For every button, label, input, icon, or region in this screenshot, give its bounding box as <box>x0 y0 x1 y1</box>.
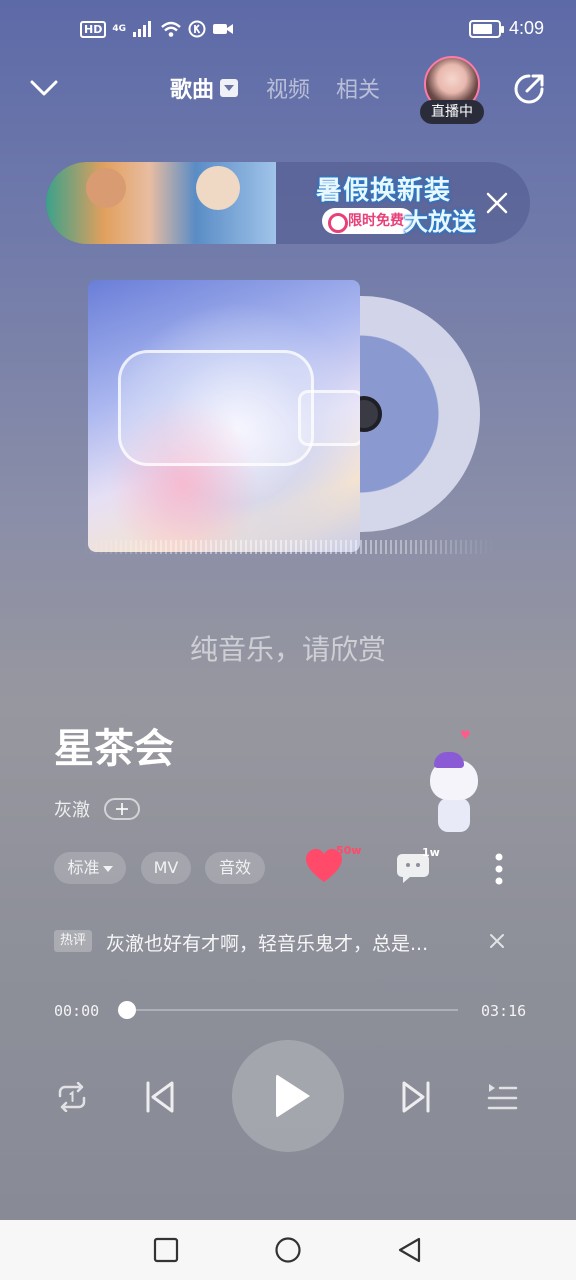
hd-icon: HD <box>80 20 107 38</box>
seek-track[interactable] <box>126 1009 458 1011</box>
banner-illustration <box>46 162 276 244</box>
live-badge: 直播中 <box>420 100 484 124</box>
close-icon[interactable] <box>488 932 506 950</box>
previous-track-icon[interactable] <box>144 1080 176 1114</box>
progress-bar: 00:00 03:16 <box>0 996 576 1026</box>
follow-artist-button[interactable] <box>104 798 140 820</box>
mascot-sticker[interactable]: ♥ <box>424 728 484 848</box>
total-time: 03:16 <box>481 1002 527 1020</box>
tab-bar: 歌曲 视频 相关 <box>170 72 406 104</box>
artist-name[interactable]: 灰澈 <box>54 796 90 822</box>
system-nav-bar <box>0 1220 576 1280</box>
heart-icon: ♥ <box>460 728 471 742</box>
more-vertical-icon[interactable] <box>494 852 504 886</box>
battery-icon <box>468 19 504 38</box>
like-count: 50w <box>336 844 362 857</box>
close-icon[interactable] <box>484 190 510 216</box>
caret-down-icon[interactable] <box>220 79 239 97</box>
playback-controls <box>0 1040 576 1152</box>
caret-down-icon <box>102 865 113 872</box>
player-header: 歌曲 视频 相关 直播中 <box>0 56 576 124</box>
k-circle-icon <box>188 20 206 38</box>
next-track-icon[interactable] <box>400 1080 432 1114</box>
home-icon[interactable] <box>274 1236 302 1264</box>
video-camera-icon <box>213 24 233 34</box>
repeat-one-icon[interactable] <box>56 1082 88 1112</box>
back-icon[interactable] <box>396 1236 424 1264</box>
signal-icon <box>133 21 151 37</box>
audio-waveform <box>80 540 496 554</box>
status-icons: HD 4G <box>80 20 234 38</box>
hot-comment[interactable]: 热评 灰澈也好有才啊，轻音乐鬼才，总是... <box>54 930 514 955</box>
hot-comment-tag: 热评 <box>54 930 93 952</box>
album-cover[interactable] <box>88 280 360 552</box>
mv-button[interactable]: MV <box>141 852 191 884</box>
wifi-icon <box>161 21 181 37</box>
battery-fill <box>472 23 492 34</box>
lyric-line[interactable]: 纯音乐，请欣赏 <box>0 628 576 668</box>
clock: 4:09 <box>508 18 544 38</box>
banner-subtitle: 大放送 <box>404 208 476 236</box>
quality-button[interactable]: 标准 <box>54 852 126 884</box>
mascot-body <box>438 798 470 832</box>
chevron-down-icon[interactable] <box>28 72 60 104</box>
mascot-hat <box>434 752 464 768</box>
banner-free-chip: 限时免费 <box>322 208 414 234</box>
quality-label: 标准 <box>67 858 100 877</box>
playlist-icon[interactable] <box>486 1082 518 1112</box>
network-type: 4G <box>112 23 126 34</box>
play-button[interactable] <box>232 1040 344 1152</box>
share-icon[interactable] <box>512 72 546 106</box>
current-time: 00:00 <box>54 1002 100 1020</box>
status-bar: HD 4G 4:09 <box>0 0 576 64</box>
recent-apps-icon[interactable] <box>152 1236 180 1264</box>
live-avatar-button[interactable]: 直播中 <box>420 56 484 128</box>
seek-thumb[interactable] <box>118 1001 136 1019</box>
action-row: 标准 MV 音效 50w 1w <box>54 844 524 886</box>
tab-song[interactable]: 歌曲 <box>170 72 214 104</box>
sound-effect-button[interactable]: 音效 <box>205 852 265 884</box>
tab-related[interactable]: 相关 <box>336 72 380 104</box>
tab-video[interactable]: 视频 <box>266 72 310 104</box>
artist-row: 灰澈 <box>54 796 140 822</box>
comment-count: 1w <box>422 846 440 859</box>
promo-banner[interactable]: 暑假换新装 限时免费 大放送 <box>46 162 530 244</box>
status-right: 4:09 <box>468 18 544 39</box>
hot-comment-text: 灰澈也好有才啊，轻音乐鬼才，总是... <box>106 933 429 955</box>
song-title: 星茶会 <box>54 726 174 772</box>
